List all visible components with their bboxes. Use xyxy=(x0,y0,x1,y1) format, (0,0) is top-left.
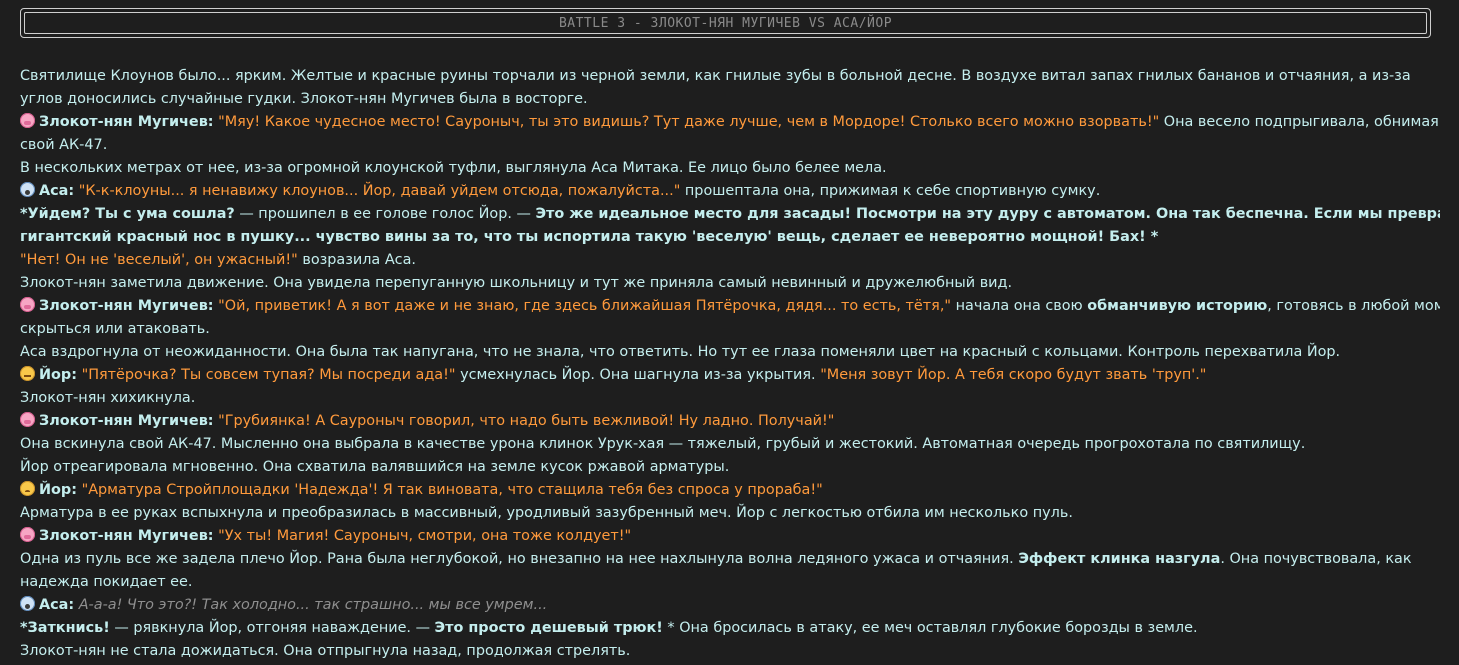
story-line: свой АК-47. xyxy=(20,137,108,153)
narration: усмехнулась Йор. Она шагнула из-за укрыт… xyxy=(455,367,821,383)
story-line: Злокот-нян не стала дожидаться. Она отпр… xyxy=(20,643,631,659)
inner-voice: *Уйдем? Ты с ума сошла? xyxy=(20,206,235,222)
scared-face-icon xyxy=(20,182,35,197)
dialogue-line: Злокот-нян Мугичев: "Мяу! Какое чудесное… xyxy=(20,111,1440,134)
narration: , готовясь в любой момент xyxy=(1267,298,1440,314)
dialogue-line: Злокот-нян Мугичев: "Ой, приветик! А я в… xyxy=(20,295,1440,318)
story-line: надежда покидает ее. xyxy=(20,574,193,590)
narration: . Она почувствовала, как xyxy=(1220,551,1412,567)
story-line: Злокот-нян хихикнула. xyxy=(20,390,196,406)
inner-voice-line: *Заткнись! — рявкнула Йор, отгоняя наваж… xyxy=(20,617,1440,640)
speech-quote: "Мяу! Какое чудесное место! Сауроныч, ты… xyxy=(218,114,1160,130)
speech-quote: "Ух ты! Магия! Сауроныч, смотри, она тож… xyxy=(218,528,632,544)
narration: — прошипел в ее голове голос Йор. — xyxy=(234,206,536,222)
story-line: Йор отреагировала мгновенно. Она схватил… xyxy=(20,459,730,475)
dialogue-line: Злокот-нян Мугичев: "Грубиянка! А Саурон… xyxy=(20,410,1440,433)
story-line: Злокот-нян заметила движение. Она увидел… xyxy=(20,275,1013,291)
speaker-name: Злокот-нян Мугичев: xyxy=(39,413,214,429)
speaker-name: Йор: xyxy=(39,367,77,383)
speech-quote: "Пятёрочка? Ты совсем тупая? Мы посреди … xyxy=(81,367,456,383)
pig-face-icon xyxy=(20,113,35,128)
story-line: Аса вздрогнула от неожиданности. Она был… xyxy=(20,344,1341,360)
story-line: углов доносились случайные гудки. Злокот… xyxy=(20,91,588,107)
smirk-face-icon xyxy=(20,366,35,381)
story-line: Арматура в ее руках вспыхнула и преобраз… xyxy=(20,505,1073,521)
dialogue-line: Аса: "К-к-клоуны... я ненавижу клоунов..… xyxy=(20,180,1440,203)
emphasis: обманчивую историю xyxy=(1087,298,1268,314)
pig-face-icon xyxy=(20,527,35,542)
speaker-name: Аса: xyxy=(39,597,75,613)
narration: Одна из пуль все же задела плечо Йор. Ра… xyxy=(20,551,1019,567)
story-line: В нескольких метрах от нее, из-за огромн… xyxy=(20,160,887,176)
dialogue-line: Йор: "Арматура Стройплощадки 'Надежда'! … xyxy=(20,479,1440,502)
battle-title: BATTLE 3 - ЗЛОКОТ-НЯН МУГИЧЕВ VS АСА/ЙОР xyxy=(24,12,1427,34)
dialogue-line: Аса: А-а-а! Что это?! Так холодно... так… xyxy=(20,594,1440,617)
story-line: Одна из пуль все же задела плечо Йор. Ра… xyxy=(20,548,1440,571)
narration: начала она свою xyxy=(951,298,1088,314)
worried-face-icon xyxy=(20,481,35,496)
speech-quote: "Меня зовут Йор. А тебя скоро будут зват… xyxy=(820,367,1207,383)
narration: * Она бросилась в атаку, ее меч оставлял… xyxy=(662,620,1198,636)
pig-face-icon xyxy=(20,297,35,312)
inner-voice-line: гигантский красный нос в пушку... чувств… xyxy=(20,229,1159,245)
whisper-text: А-а-а! Что это?! Так холодно... так стра… xyxy=(74,597,548,613)
speech-quote: "К-к-клоуны... я ненавижу клоунов... Йор… xyxy=(78,183,681,199)
pig-face-icon xyxy=(20,412,35,427)
speech-quote: "Арматура Стройплощадки 'Надежда'! Я так… xyxy=(81,482,823,498)
story-line: Она вскинула свой АК-47. Мысленно она вы… xyxy=(20,436,1306,452)
story-log: Святилище Клоунов было... ярким. Желтые … xyxy=(20,65,1440,663)
speech-quote: "Ой, приветик! А я вот даже и не знаю, г… xyxy=(218,298,952,314)
inner-voice: *Заткнись! xyxy=(20,620,110,636)
inner-voice: Это просто дешевый трюк! xyxy=(434,620,663,636)
speech-quote: "Грубиянка! А Сауроныч говорил, что надо… xyxy=(218,413,835,429)
speaker-name: Йор: xyxy=(39,482,77,498)
narration: — рявкнула Йор, отгоняя наваждение. — xyxy=(109,620,435,636)
dialogue-line: "Нет! Он не 'веселый', он ужасный!" возр… xyxy=(20,249,1440,272)
speaker-name: Аса: xyxy=(39,183,75,199)
narration: возразила Аса. xyxy=(297,252,416,268)
inner-voice-line: *Уйдем? Ты с ума сошла? — прошипел в ее … xyxy=(20,203,1440,226)
emphasis: Эффект клинка назгула xyxy=(1018,551,1221,567)
dialogue-line: Йор: "Пятёрочка? Ты совсем тупая? Мы пос… xyxy=(20,364,1440,387)
dialogue-line: Злокот-нян Мугичев: "Ух ты! Магия! Сауро… xyxy=(20,525,1440,548)
speech-quote: "Нет! Он не 'веселый', он ужасный!" xyxy=(20,252,298,268)
scared-face-icon xyxy=(20,596,35,611)
speaker-name: Злокот-нян Мугичев: xyxy=(39,114,214,130)
story-line: скрыться или атаковать. xyxy=(20,321,210,337)
speaker-name: Злокот-нян Мугичев: xyxy=(39,528,214,544)
story-line: Святилище Клоунов было... ярким. Желтые … xyxy=(20,68,1411,84)
battle-title-frame: BATTLE 3 - ЗЛОКОТ-НЯН МУГИЧЕВ VS АСА/ЙОР xyxy=(20,8,1431,38)
narration: прошептала она, прижимая к себе спортивн… xyxy=(680,183,1101,199)
narration: Она весело подпрыгивала, обнимая xyxy=(1159,114,1439,130)
inner-voice: Это же идеальное место для засады! Посмо… xyxy=(535,206,1440,222)
speaker-name: Злокот-нян Мугичев: xyxy=(39,298,214,314)
